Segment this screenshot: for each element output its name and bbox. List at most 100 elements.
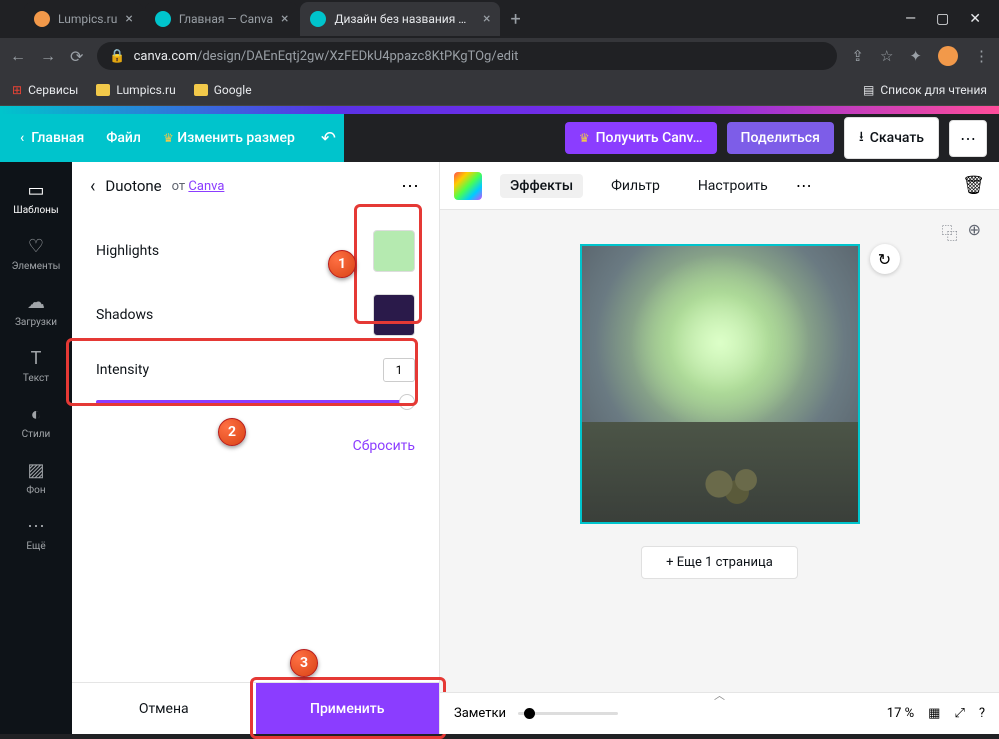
add-page-button[interactable]: + Еще 1 страница bbox=[641, 546, 798, 579]
new-tab-button[interactable]: + bbox=[510, 9, 520, 30]
zoom-slider[interactable] bbox=[518, 712, 618, 715]
favicon-icon bbox=[34, 11, 50, 27]
zoom-value: 17 % bbox=[887, 706, 914, 721]
more-button[interactable]: ⋯ bbox=[949, 120, 987, 157]
maximize-icon[interactable]: ▢ bbox=[936, 11, 949, 27]
back-icon[interactable]: ‹ bbox=[90, 176, 95, 197]
close-icon[interactable]: × bbox=[281, 11, 288, 27]
trash-icon[interactable]: 🗑 bbox=[962, 175, 985, 196]
share-button[interactable]: Поделиться bbox=[727, 122, 834, 154]
browser-urlbar: ← → ⟳ 🔒 canva.com/design/DAEnEqtj2gw/XzF… bbox=[0, 38, 999, 74]
add-page-icon[interactable]: ⊕ bbox=[968, 220, 981, 244]
reading-list[interactable]: ▤Список для чтения bbox=[863, 83, 987, 97]
bookmark-folder[interactable]: Google bbox=[194, 83, 252, 97]
reset-link[interactable]: Сбросить bbox=[96, 438, 415, 454]
side-rail: ▭Шаблоны ♡Элементы ☁Загрузки TТекст ◐Сти… bbox=[0, 162, 72, 734]
help-icon[interactable]: ? bbox=[979, 706, 985, 721]
duplicate-icon[interactable]: ⿻ bbox=[942, 220, 958, 244]
slider-thumb[interactable] bbox=[399, 394, 415, 410]
minimize-icon[interactable]: — bbox=[905, 11, 916, 27]
rail-uploads[interactable]: ☁Загрузки bbox=[0, 282, 72, 338]
file-menu[interactable]: Файл bbox=[106, 130, 141, 146]
share-icon[interactable]: ⇪ bbox=[851, 47, 864, 65]
selected-image[interactable] bbox=[580, 244, 860, 524]
expand-icon[interactable]: ︿ bbox=[714, 687, 725, 703]
canvas-stage[interactable]: ⿻ ⊕ ↻ + Еще 1 страница bbox=[440, 210, 999, 692]
reload-icon[interactable]: ⟳ bbox=[70, 47, 83, 66]
url-path: /design/DAEnEqtj2gw/XzFEDkU4ppazc8KtPKgT… bbox=[197, 49, 518, 64]
rail-text[interactable]: TТекст bbox=[0, 338, 72, 394]
browser-tab-active[interactable]: Дизайн без названия — 1481 × bbox=[300, 2, 500, 36]
rail-templates[interactable]: ▭Шаблоны bbox=[0, 170, 72, 226]
regenerate-icon[interactable]: ↻ bbox=[870, 244, 900, 274]
rail-elements[interactable]: ♡Элементы bbox=[0, 226, 72, 282]
undo-icon[interactable]: ↶ bbox=[321, 128, 336, 149]
home-button[interactable]: ‹ Главная bbox=[20, 130, 84, 146]
canvas-toolbar: Эффекты Фильтр Настроить ⋯ 🗑 bbox=[440, 162, 999, 210]
adjust-tab[interactable]: Настроить bbox=[688, 174, 778, 198]
star-icon[interactable]: ☆ bbox=[880, 47, 893, 65]
page-controls: ⿻ ⊕ bbox=[942, 220, 981, 244]
favicon-icon bbox=[310, 11, 326, 27]
app-toolbar: ‹ Главная Файл ♛ Изменить размер ↶ ♛Полу… bbox=[0, 114, 999, 162]
back-icon[interactable]: ← bbox=[10, 46, 26, 66]
url-host: canva.com bbox=[134, 49, 197, 64]
bookmark-services[interactable]: ⊞Сервисы bbox=[12, 83, 78, 97]
apply-button[interactable]: Применить bbox=[256, 683, 440, 734]
browser-tab[interactable]: Lumpics.ru × bbox=[24, 2, 143, 36]
shadow-swatch[interactable] bbox=[373, 294, 415, 336]
close-window-icon[interactable]: ✕ bbox=[969, 11, 981, 27]
highlight-swatch[interactable] bbox=[373, 230, 415, 272]
fullscreen-icon[interactable]: ⤢ bbox=[954, 706, 964, 721]
slider-thumb[interactable] bbox=[524, 708, 535, 719]
more-icon: ⋯ bbox=[27, 516, 45, 537]
shadows-label: Shadows bbox=[96, 307, 153, 323]
effects-tab[interactable]: Эффекты bbox=[500, 174, 583, 198]
folder-icon bbox=[96, 84, 110, 96]
bookmark-folder[interactable]: Lumpics.ru bbox=[96, 83, 175, 97]
crown-icon: ♛ bbox=[163, 131, 174, 145]
download-button[interactable]: ⭳Скачать bbox=[844, 117, 939, 159]
browser-titlebar: Lumpics.ru × Главная — Canva × Дизайн бе… bbox=[0, 0, 999, 38]
filter-tab[interactable]: Фильтр bbox=[601, 174, 670, 198]
notes-label[interactable]: Заметки bbox=[454, 706, 506, 721]
highlights-label: Highlights bbox=[96, 243, 159, 259]
rail-background[interactable]: ▨Фон bbox=[0, 450, 72, 506]
profile-avatar[interactable] bbox=[938, 46, 958, 66]
cancel-button[interactable]: Отмена bbox=[72, 683, 256, 734]
annotation-badge: 3 bbox=[290, 649, 318, 677]
favicon-icon bbox=[155, 11, 171, 27]
more-icon[interactable]: ⋯ bbox=[796, 176, 814, 195]
forward-icon[interactable]: → bbox=[40, 46, 56, 66]
bg-icon: ▨ bbox=[27, 460, 44, 481]
crown-icon: ♛ bbox=[579, 131, 590, 145]
get-pro-button[interactable]: ♛Получить Canv… bbox=[565, 122, 717, 154]
text-icon: T bbox=[31, 348, 42, 369]
close-icon[interactable]: × bbox=[125, 11, 132, 27]
effect-sidebar: ‹ Duotone от Canva ⋯ Highlights Shadows … bbox=[72, 162, 440, 734]
intensity-label: Intensity bbox=[96, 362, 149, 378]
color-picker[interactable] bbox=[454, 172, 482, 200]
browser-tab[interactable]: Главная — Canva × bbox=[145, 2, 299, 36]
rail-more[interactable]: ⋯Ещё bbox=[0, 506, 72, 562]
brand-gradient bbox=[0, 106, 999, 114]
resize-button[interactable]: ♛ Изменить размер bbox=[163, 130, 295, 146]
brand-link[interactable]: Canva bbox=[188, 179, 224, 194]
intensity-slider[interactable] bbox=[96, 400, 415, 404]
close-icon[interactable]: × bbox=[483, 11, 490, 27]
grid-view-icon[interactable]: ▦ bbox=[928, 706, 940, 721]
intensity-value[interactable]: 1 bbox=[383, 358, 415, 382]
cloud-icon: ☁ bbox=[27, 292, 45, 313]
menu-icon[interactable]: ⋮ bbox=[974, 47, 989, 65]
effect-title: Duotone bbox=[105, 177, 161, 195]
canvas-footer: ︿ Заметки 17 % ▦ ⤢ ? bbox=[440, 692, 999, 734]
bookmarks-bar: ⊞Сервисы Lumpics.ru Google ▤Список для ч… bbox=[0, 74, 999, 106]
sidebar-header: ‹ Duotone от Canva ⋯ bbox=[72, 162, 439, 210]
extension-icon[interactable]: ✦ bbox=[909, 47, 922, 65]
templates-icon: ▭ bbox=[27, 180, 44, 201]
rail-styles[interactable]: ◐Стили bbox=[0, 394, 72, 450]
address-bar[interactable]: 🔒 canva.com/design/DAEnEqtj2gw/XzFEDkU4p… bbox=[97, 42, 837, 70]
tab-title: Главная — Canva bbox=[179, 12, 273, 26]
more-icon[interactable]: ⋯ bbox=[401, 176, 421, 197]
tab-title: Дизайн без названия — 1481 bbox=[334, 12, 475, 26]
